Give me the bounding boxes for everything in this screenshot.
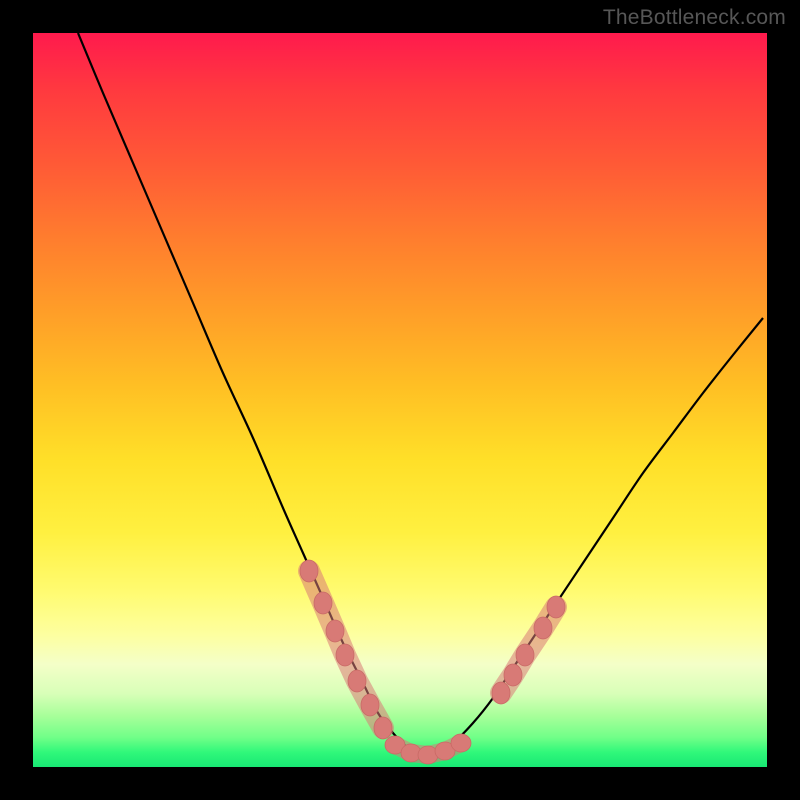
watermark-text: TheBottleneck.com <box>603 6 786 30</box>
bead-cluster-trough <box>385 734 471 764</box>
bead-cluster-right <box>492 596 565 704</box>
bottleneck-curve <box>78 33 763 755</box>
chart-svg <box>33 33 767 767</box>
bead-cluster-left <box>300 560 392 739</box>
plot-area <box>33 33 767 767</box>
chart-frame: TheBottleneck.com <box>0 0 800 800</box>
